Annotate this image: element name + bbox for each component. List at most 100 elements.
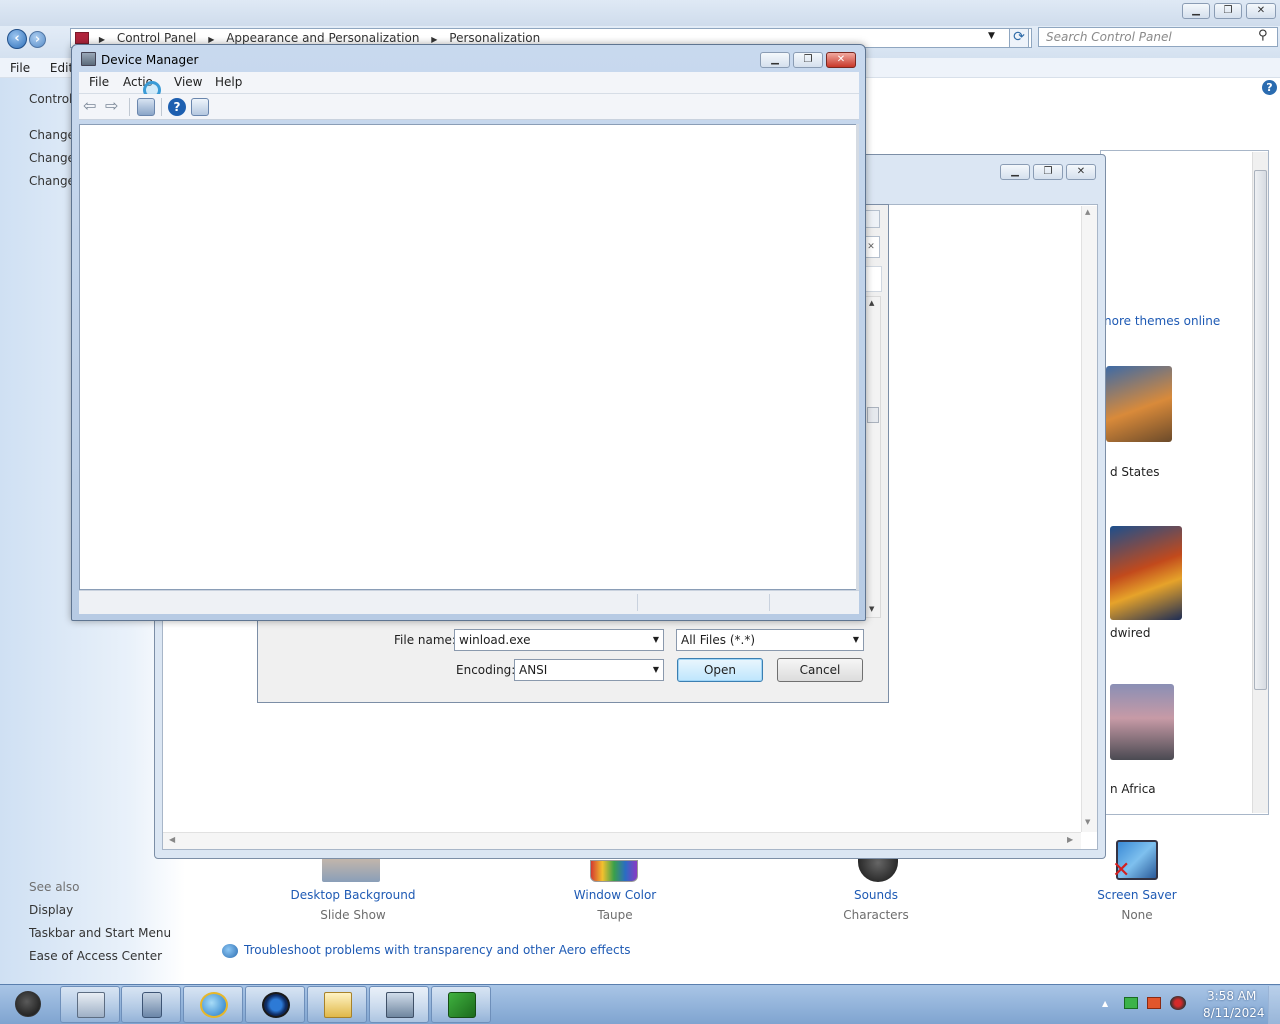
device-manager-close-button[interactable]: ✕: [826, 52, 856, 68]
left-nav-link[interactable]: Change: [29, 174, 75, 188]
desktop-background-icon[interactable]: [322, 856, 380, 882]
start-orb-icon: [15, 991, 41, 1017]
volume-icon[interactable]: [1170, 996, 1186, 1010]
help-icon[interactable]: ?: [1262, 80, 1277, 95]
editor-minimize-button[interactable]: ▁: [1000, 164, 1030, 180]
properties-icon[interactable]: [137, 98, 155, 116]
taskbar-app[interactable]: [307, 986, 367, 1023]
forward-icon[interactable]: ›: [29, 31, 46, 48]
breadcrumb-item[interactable]: Control Panel: [117, 31, 197, 45]
desktop-background-value: Slide Show: [320, 908, 386, 922]
menu-help[interactable]: Help: [207, 72, 250, 92]
taskbar-app[interactable]: [121, 986, 181, 1023]
desktop-background-link[interactable]: Desktop Background: [278, 888, 428, 902]
chevron-down-icon[interactable]: ▼: [653, 630, 659, 650]
clock-time[interactable]: 3:58 AM: [1207, 989, 1256, 1003]
file-manager-icon: [77, 992, 105, 1018]
help-icon[interactable]: ?: [168, 98, 186, 116]
breadcrumb-item[interactable]: Personalization: [449, 31, 540, 45]
chevron-down-icon[interactable]: ▼: [853, 630, 859, 650]
back-icon[interactable]: ‹: [7, 29, 27, 49]
taskbar-app-active[interactable]: [369, 986, 429, 1023]
taskbar-app[interactable]: [245, 986, 305, 1023]
taskbar-app[interactable]: [431, 986, 491, 1023]
control-panel-home-link[interactable]: Control: [29, 92, 72, 106]
device-manager-toolbar: ⇦ ⇨ ?: [79, 94, 859, 120]
left-nav-link[interactable]: Change: [29, 128, 75, 142]
menu-view[interactable]: View: [166, 72, 210, 92]
device-manager-maximize-button[interactable]: ❐: [793, 52, 823, 68]
file-list-scrollbar[interactable]: ▲ ▼: [865, 296, 881, 618]
screen-saver-link[interactable]: Screen Saver: [1062, 888, 1212, 902]
open-button[interactable]: Open: [677, 658, 763, 682]
theme-thumbnail[interactable]: [1110, 684, 1174, 760]
see-also-taskbar-link[interactable]: Taskbar and Start Menu: [29, 926, 171, 940]
file-name-input[interactable]: winload.exe ▼: [454, 629, 664, 651]
menu-file[interactable]: File: [2, 58, 38, 78]
scrollbar-thumb[interactable]: [867, 407, 879, 423]
editor-maximize-button[interactable]: ❐: [1033, 164, 1063, 180]
forward-arrow-icon[interactable]: ⇨: [105, 98, 118, 114]
chevron-down-icon[interactable]: ▼: [653, 660, 659, 680]
status-separator: [769, 594, 770, 611]
scroll-right-icon[interactable]: ▶: [1067, 835, 1073, 844]
taskbar-app[interactable]: [60, 986, 120, 1023]
editor-vertical-scrollbar[interactable]: ▲ ▼: [1081, 206, 1097, 832]
cancel-button[interactable]: Cancel: [777, 658, 863, 682]
see-also-display-link[interactable]: Display: [29, 903, 73, 917]
editor-horizontal-scrollbar[interactable]: ◀ ▶: [163, 832, 1081, 849]
start-button[interactable]: [6, 986, 52, 1022]
network-icon[interactable]: [1124, 997, 1138, 1009]
sounds-icon[interactable]: [858, 858, 898, 882]
file-type-select[interactable]: All Files (*.*) ▼: [676, 629, 864, 651]
close-button[interactable]: ✕: [1246, 3, 1276, 19]
back-arrow-icon[interactable]: ⇦: [83, 98, 96, 114]
menu-file[interactable]: File: [81, 72, 117, 92]
see-also-ease-of-access-link[interactable]: Ease of Access Center: [29, 949, 162, 963]
get-more-themes-link[interactable]: nore themes online: [1104, 314, 1220, 328]
internet-explorer-icon: [200, 992, 228, 1018]
editor-close-button[interactable]: ✕: [1066, 164, 1096, 180]
troubleshoot-link[interactable]: Troubleshoot problems with transparency …: [244, 943, 631, 957]
show-desktop-button[interactable]: [1268, 986, 1280, 1024]
device-manager-minimize-button[interactable]: ▁: [760, 52, 790, 68]
address-dropdown-icon[interactable]: ▼: [988, 31, 995, 41]
scroll-up-icon[interactable]: ▲: [869, 299, 874, 307]
windows-media-player-icon: [262, 992, 290, 1018]
maximize-button[interactable]: ❐: [1214, 3, 1242, 19]
troubleshoot-icon: [222, 944, 238, 958]
breadcrumb-item[interactable]: Appearance and Personalization: [226, 31, 419, 45]
scroll-left-icon[interactable]: ◀: [169, 835, 175, 844]
window-color-icon[interactable]: [590, 860, 638, 882]
screen-saver-icon[interactable]: ✕: [1112, 840, 1158, 882]
show-hide-console-tree-icon[interactable]: [191, 98, 209, 116]
scroll-down-icon[interactable]: ▼: [1085, 818, 1090, 826]
install-icon: [448, 992, 476, 1018]
folder-explorer-icon: [324, 992, 352, 1018]
action-center-icon[interactable]: [1147, 997, 1161, 1009]
scrollbar-thumb[interactable]: [1254, 170, 1267, 690]
scroll-up-icon[interactable]: ▲: [1085, 208, 1090, 216]
left-nav-link[interactable]: Change: [29, 151, 75, 165]
scroll-down-icon[interactable]: ▼: [869, 605, 874, 613]
device-tree-pane[interactable]: [79, 124, 859, 590]
window-color-link[interactable]: Window Color: [540, 888, 690, 902]
show-hidden-icons-icon[interactable]: ▲: [1102, 999, 1108, 1008]
clock-date[interactable]: 8/11/2024: [1203, 1006, 1265, 1020]
see-also-heading: See also: [29, 880, 80, 894]
theme-name: d States: [1110, 465, 1160, 479]
encoding-select[interactable]: ANSI ▼: [514, 659, 664, 681]
sounds-item: Sounds Characters: [801, 888, 951, 922]
search-icon[interactable]: ⚲: [1258, 28, 1268, 43]
sounds-link[interactable]: Sounds: [801, 888, 951, 902]
encoding-label: Encoding:: [456, 663, 516, 677]
minimize-button[interactable]: ▁: [1182, 3, 1210, 19]
taskbar-app[interactable]: [183, 986, 243, 1023]
refresh-icon[interactable]: ⟳: [1009, 28, 1029, 48]
search-input[interactable]: Search Control Panel: [1038, 27, 1278, 47]
toolbar-separator: [129, 98, 130, 116]
theme-thumbnail[interactable]: [1106, 366, 1172, 442]
theme-list-scrollbar[interactable]: [1252, 152, 1268, 813]
device-manager-icon: [386, 992, 414, 1018]
theme-thumbnail[interactable]: [1110, 526, 1182, 620]
